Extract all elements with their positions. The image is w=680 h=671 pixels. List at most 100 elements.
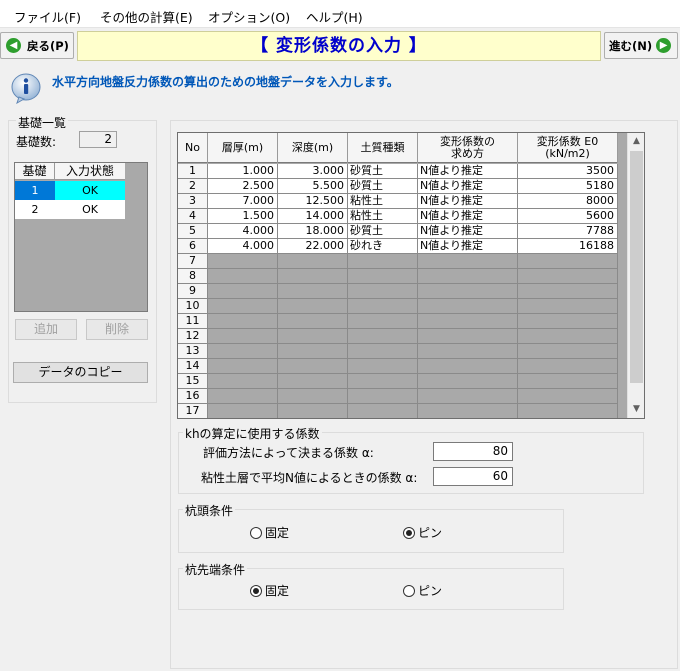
- table-row[interactable]: 11: [178, 314, 618, 329]
- pile-tip-pin-radio[interactable]: ピン: [403, 582, 442, 599]
- grid-cell-empty[interactable]: [418, 314, 518, 329]
- pile-tip-fixed-radio[interactable]: 固定: [250, 582, 289, 599]
- grid-cell-empty[interactable]: [518, 269, 618, 284]
- grid-cell-thickness[interactable]: 1.500: [208, 209, 278, 224]
- grid-cell-empty[interactable]: [518, 254, 618, 269]
- grid-cell-empty[interactable]: [208, 359, 278, 374]
- grid-cell-empty[interactable]: [278, 314, 348, 329]
- grid-cell-empty[interactable]: [518, 389, 618, 404]
- grid-cell-empty[interactable]: [208, 344, 278, 359]
- grid-cell-empty[interactable]: [278, 344, 348, 359]
- grid-cell-e0[interactable]: 7788: [518, 224, 618, 239]
- grid-cell-soil[interactable]: 砂質土: [348, 179, 418, 194]
- grid-cell-depth[interactable]: 3.000: [278, 164, 348, 179]
- grid-cell-empty[interactable]: [348, 299, 418, 314]
- grid-cell-method[interactable]: N値より推定: [418, 209, 518, 224]
- ground-list-row[interactable]: 1 OK: [15, 181, 125, 200]
- pile-head-pin-radio[interactable]: ピン: [403, 524, 442, 541]
- table-row[interactable]: 4 1.500 14.000 粘性土 N値より推定 5600: [178, 209, 618, 224]
- delete-button[interactable]: 削除: [86, 319, 148, 340]
- grid-cell-empty[interactable]: [278, 329, 348, 344]
- grid-cell-empty[interactable]: [348, 254, 418, 269]
- layer-grid[interactable]: No 層厚(m) 深度(m) 土質種類 変形係数の 求め方 変形係数 E0 (k…: [177, 132, 645, 419]
- grid-cell-empty[interactable]: [348, 359, 418, 374]
- grid-cell-method[interactable]: N値より推定: [418, 224, 518, 239]
- grid-cell-empty[interactable]: [208, 254, 278, 269]
- table-row[interactable]: 3 7.000 12.500 粘性土 N値より推定 8000: [178, 194, 618, 209]
- menu-help[interactable]: ヘルプ(H): [306, 7, 363, 26]
- grid-cell-depth[interactable]: 12.500: [278, 194, 348, 209]
- grid-cell-method[interactable]: N値より推定: [418, 164, 518, 179]
- grid-cell-e0[interactable]: 5180: [518, 179, 618, 194]
- grid-cell-empty[interactable]: [278, 404, 348, 418]
- grid-cell-empty[interactable]: [208, 389, 278, 404]
- pile-head-fixed-radio[interactable]: 固定: [250, 524, 289, 541]
- grid-cell-empty[interactable]: [278, 269, 348, 284]
- grid-cell-e0[interactable]: 3500: [518, 164, 618, 179]
- grid-cell-soil[interactable]: 砂質土: [348, 224, 418, 239]
- grid-cell-empty[interactable]: [208, 314, 278, 329]
- grid-cell-empty[interactable]: [418, 299, 518, 314]
- grid-cell-empty[interactable]: [518, 404, 618, 418]
- menu-other-calc[interactable]: その他の計算(E): [100, 7, 193, 26]
- grid-cell-empty[interactable]: [348, 389, 418, 404]
- menu-options[interactable]: オプション(O): [208, 7, 290, 26]
- grid-cell-empty[interactable]: [278, 374, 348, 389]
- grid-cell-empty[interactable]: [418, 254, 518, 269]
- scroll-up-icon[interactable]: ▲: [628, 133, 645, 149]
- grid-cell-depth[interactable]: 14.000: [278, 209, 348, 224]
- grid-cell-method[interactable]: N値より推定: [418, 239, 518, 254]
- grid-cell-empty[interactable]: [208, 269, 278, 284]
- table-row[interactable]: 15: [178, 374, 618, 389]
- table-row[interactable]: 12: [178, 329, 618, 344]
- table-row[interactable]: 14: [178, 359, 618, 374]
- back-button[interactable]: ◀ 戻る(P): [0, 32, 74, 59]
- grid-cell-empty[interactable]: [208, 284, 278, 299]
- grid-cell-empty[interactable]: [418, 389, 518, 404]
- grid-cell-soil[interactable]: 砂質土: [348, 164, 418, 179]
- table-row[interactable]: 7: [178, 254, 618, 269]
- grid-cell-empty[interactable]: [278, 254, 348, 269]
- grid-cell-soil[interactable]: 粘性土: [348, 209, 418, 224]
- grid-cell-empty[interactable]: [418, 269, 518, 284]
- grid-cell-empty[interactable]: [348, 329, 418, 344]
- copy-data-button[interactable]: データのコピー: [13, 362, 148, 383]
- grid-cell-empty[interactable]: [518, 374, 618, 389]
- grid-scrollbar[interactable]: ▲ ▼: [627, 133, 644, 418]
- grid-cell-empty[interactable]: [208, 299, 278, 314]
- grid-cell-e0[interactable]: 8000: [518, 194, 618, 209]
- grid-cell-method[interactable]: N値より推定: [418, 194, 518, 209]
- grid-cell-empty[interactable]: [208, 329, 278, 344]
- grid-cell-empty[interactable]: [278, 389, 348, 404]
- grid-cell-depth[interactable]: 18.000: [278, 224, 348, 239]
- grid-cell-depth[interactable]: 22.000: [278, 239, 348, 254]
- grid-cell-empty[interactable]: [418, 404, 518, 418]
- scroll-thumb[interactable]: [630, 151, 643, 383]
- grid-cell-empty[interactable]: [278, 359, 348, 374]
- grid-cell-empty[interactable]: [418, 344, 518, 359]
- grid-cell-empty[interactable]: [348, 284, 418, 299]
- grid-cell-empty[interactable]: [348, 344, 418, 359]
- grid-cell-empty[interactable]: [278, 299, 348, 314]
- grid-cell-thickness[interactable]: 2.500: [208, 179, 278, 194]
- grid-cell-empty[interactable]: [418, 329, 518, 344]
- grid-cell-empty[interactable]: [518, 344, 618, 359]
- grid-cell-empty[interactable]: [518, 359, 618, 374]
- grid-cell-empty[interactable]: [518, 314, 618, 329]
- grid-cell-empty[interactable]: [348, 314, 418, 329]
- grid-cell-empty[interactable]: [348, 269, 418, 284]
- table-row[interactable]: 13: [178, 344, 618, 359]
- alpha2-input[interactable]: 60: [433, 467, 513, 486]
- grid-cell-e0[interactable]: 5600: [518, 209, 618, 224]
- grid-cell-thickness[interactable]: 1.000: [208, 164, 278, 179]
- grid-cell-empty[interactable]: [348, 404, 418, 418]
- grid-cell-e0[interactable]: 16188: [518, 239, 618, 254]
- grid-cell-empty[interactable]: [418, 284, 518, 299]
- grid-cell-empty[interactable]: [278, 284, 348, 299]
- grid-cell-empty[interactable]: [208, 404, 278, 418]
- table-row[interactable]: 10: [178, 299, 618, 314]
- grid-cell-empty[interactable]: [518, 284, 618, 299]
- grid-cell-thickness[interactable]: 4.000: [208, 224, 278, 239]
- grid-cell-empty[interactable]: [208, 374, 278, 389]
- table-row[interactable]: 9: [178, 284, 618, 299]
